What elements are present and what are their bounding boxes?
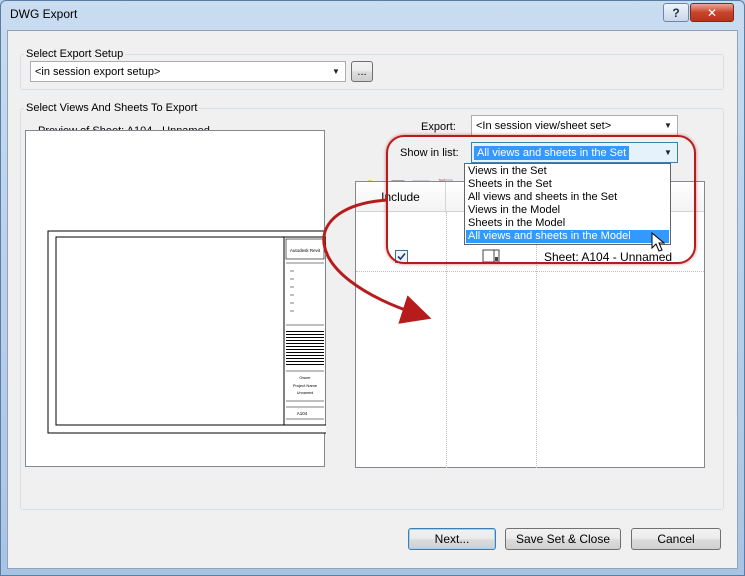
export-set-value: <In session view/sheet set>	[476, 119, 612, 132]
export-setup-value: <in session export setup>	[35, 65, 161, 78]
next-button[interactable]: Next...	[408, 528, 496, 550]
cancel-button[interactable]: Cancel	[631, 528, 721, 550]
titleblock-owner: Owner	[299, 376, 311, 380]
window-title: DWG Export	[10, 7, 78, 21]
chevron-down-icon: ▼	[664, 121, 672, 130]
views-group-label: Select Views And Sheets To Export	[24, 102, 200, 114]
close-icon: ✕	[706, 5, 718, 20]
titleblock-sheet-number: A104	[297, 411, 308, 416]
titleblock-sheet-title: Unnamed	[297, 391, 313, 395]
export-setup-label: Select Export Setup	[24, 48, 126, 60]
close-button[interactable]: ✕	[690, 3, 734, 22]
sheet-drawing: Autodesk Revit Owner Project Name Unname…	[47, 230, 333, 434]
export-label: Export:	[421, 121, 456, 133]
annotation-arrow-icon	[322, 198, 432, 324]
titleblock-project: Project Name	[293, 383, 318, 388]
title-bar[interactable]: DWG Export ? ✕	[0, 0, 745, 30]
save-set-close-button[interactable]: Save Set & Close	[505, 528, 621, 550]
export-setup-combo[interactable]: <in session export setup> ▼	[30, 61, 346, 82]
export-setup-browse-button[interactable]: ...	[351, 61, 373, 82]
help-button[interactable]: ?	[663, 3, 689, 22]
chevron-down-icon: ▼	[332, 67, 340, 76]
export-set-combo[interactable]: <In session view/sheet set> ▼	[471, 115, 678, 136]
sheet-preview: Autodesk Revit Owner Project Name Unname…	[25, 130, 333, 467]
